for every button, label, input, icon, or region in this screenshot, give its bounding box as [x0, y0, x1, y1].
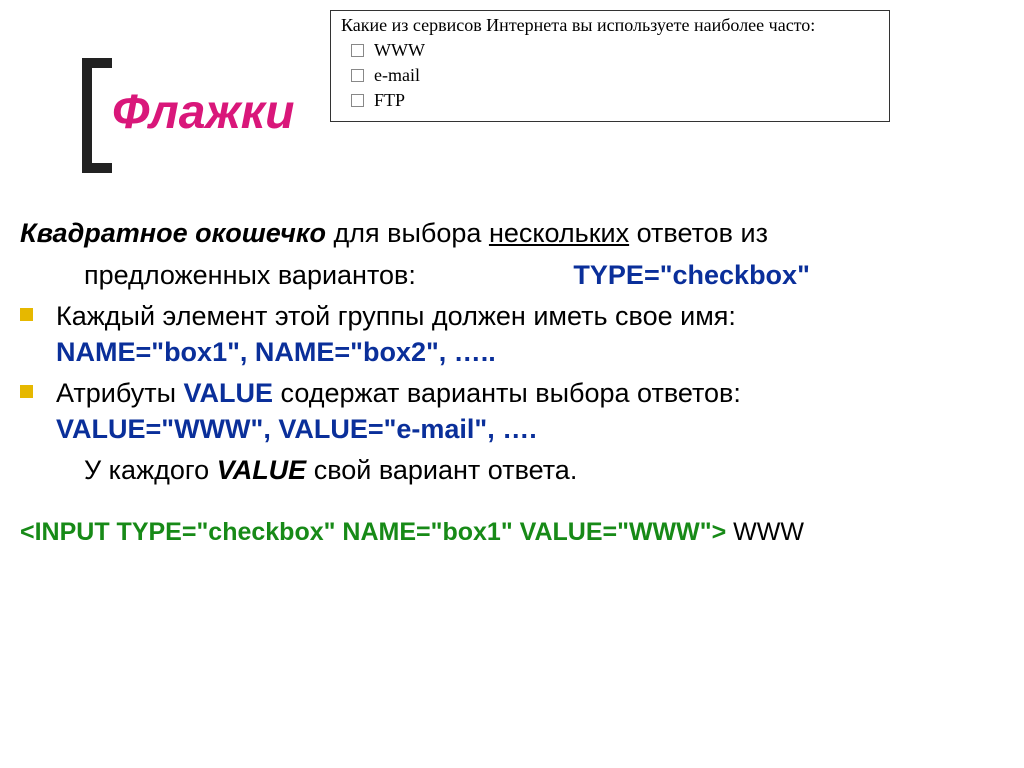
bullet-text: Каждый элемент этой группы должен иметь … — [56, 301, 736, 331]
checkbox-row: FTP — [351, 90, 879, 111]
bullet-text-pre: Атрибуты — [56, 378, 184, 408]
summary-pre: У каждого — [84, 455, 217, 485]
checkbox-label: e-mail — [374, 65, 420, 86]
checkbox-icon[interactable] — [351, 69, 364, 82]
summary-post: свой вариант ответа. — [306, 455, 577, 485]
example-box: Какие из сервисов Интернета вы используе… — [330, 10, 890, 122]
value-attribute-code: VALUE="WWW", VALUE="e-mail", …. — [56, 414, 537, 444]
name-attribute-code: NAME="box1", NAME="box2", ….. — [56, 337, 496, 367]
bracket-top — [82, 58, 112, 68]
intro-line2: предложенных вариантов: TYPE="checkbox" — [20, 257, 1000, 293]
type-attribute: TYPE="checkbox" — [573, 257, 809, 293]
list-item: Атрибуты VALUE содержат варианты выбора … — [20, 375, 1000, 448]
value-italic: VALUE — [217, 455, 307, 485]
checkbox-icon[interactable] — [351, 44, 364, 57]
checkbox-label: FTP — [374, 90, 405, 111]
text-segment: ответов из — [629, 218, 768, 248]
text-segment: предложенных вариантов: — [84, 260, 416, 290]
bracket-bottom — [82, 163, 112, 173]
code-input-tag: <INPUT TYPE="checkbox" NAME="box1" VALUE… — [20, 518, 726, 546]
underlined-text: нескольких — [489, 218, 629, 248]
checkbox-label: WWW — [374, 40, 425, 61]
code-example: <INPUT TYPE="checkbox" NAME="box1" VALUE… — [20, 516, 1000, 550]
checkbox-icon[interactable] — [351, 94, 364, 107]
code-trail: WWW — [726, 518, 804, 546]
text-segment: для выбора — [326, 218, 489, 248]
summary-line: У каждого VALUE свой вариант ответа. — [20, 452, 1000, 488]
bullet-text-mid: содержат варианты выбора ответов: — [273, 378, 741, 408]
bracket-vertical — [82, 58, 92, 173]
example-question: Какие из сервисов Интернета вы используе… — [341, 15, 879, 36]
intro-paragraph: Квадратное окошечко для выбора нескольки… — [20, 215, 1000, 251]
checkbox-row: e-mail — [351, 65, 879, 86]
bullet-list: Каждый элемент этой группы должен иметь … — [20, 298, 1000, 448]
checkbox-row: WWW — [351, 40, 879, 61]
list-item: Каждый элемент этой группы должен иметь … — [20, 298, 1000, 371]
value-keyword: VALUE — [184, 378, 274, 408]
slide-title: Флажки — [112, 85, 294, 140]
lead-text: Квадратное окошечко — [20, 218, 326, 248]
content-area: Квадратное окошечко для выбора нескольки… — [20, 215, 1000, 550]
